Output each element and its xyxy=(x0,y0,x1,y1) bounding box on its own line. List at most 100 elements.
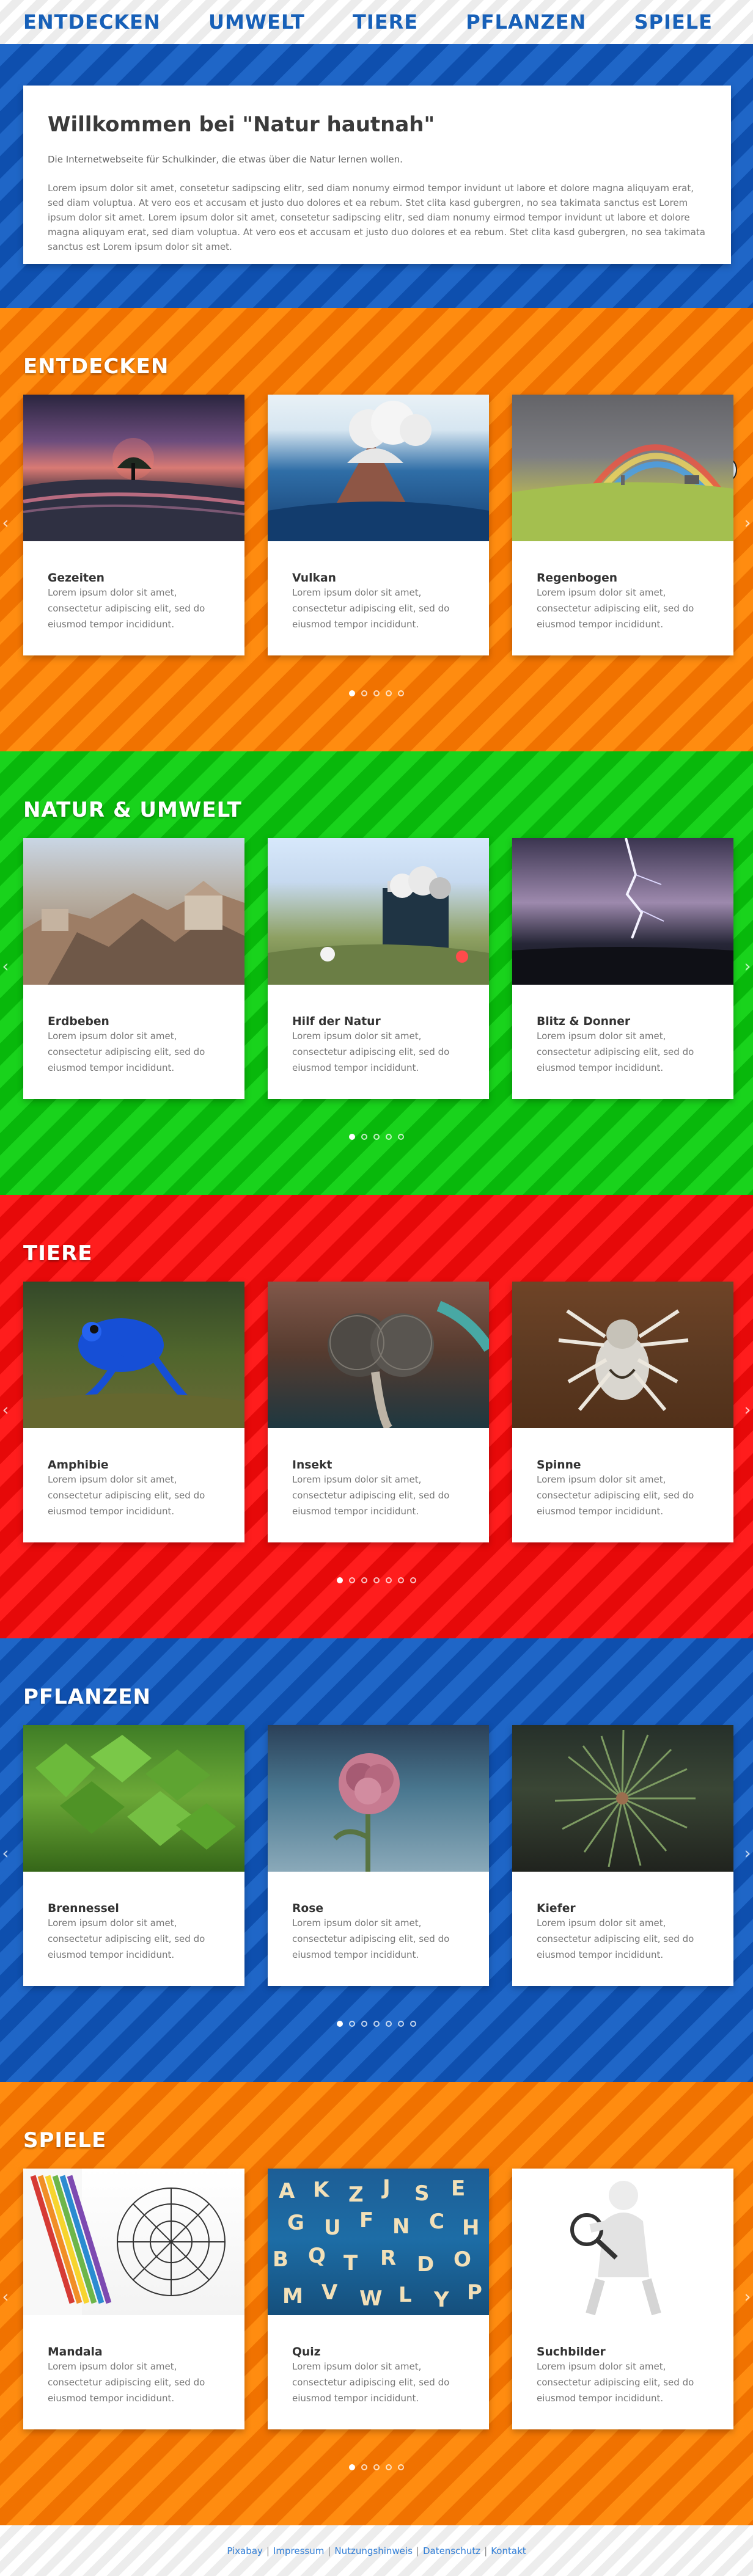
card-gezeiten[interactable]: Gezeiten Lorem ipsum dolor sit amet, con… xyxy=(23,395,244,655)
chevron-right-icon[interactable]: › xyxy=(742,513,753,533)
lightning-image xyxy=(512,838,733,985)
slider-dot[interactable] xyxy=(349,2464,355,2470)
slider-dot[interactable] xyxy=(361,1134,367,1140)
nav-link-tiere[interactable]: TIERE xyxy=(353,10,418,34)
slider-dot[interactable] xyxy=(373,690,380,696)
chevron-left-icon[interactable]: ‹ xyxy=(0,956,11,976)
card-insekt[interactable]: Insekt Lorem ipsum dolor sit amet, conse… xyxy=(268,1282,489,1542)
card-kiefer[interactable]: Kiefer Lorem ipsum dolor sit amet, conse… xyxy=(512,1725,733,1986)
slider-dot[interactable] xyxy=(398,2464,404,2470)
chevron-left-icon[interactable]: ‹ xyxy=(0,513,11,533)
footer-link-pixabay[interactable]: Pixabay xyxy=(227,2545,263,2556)
footer-link-nutzungshinweis[interactable]: Nutzungshinweis xyxy=(334,2545,413,2556)
chevron-right-icon[interactable]: › xyxy=(742,2286,753,2307)
nav-link-pflanzen[interactable]: PFLANZEN xyxy=(466,10,586,34)
slider-dot[interactable] xyxy=(398,1577,404,1583)
slider-dot[interactable] xyxy=(386,1134,392,1140)
slider-dot[interactable] xyxy=(398,690,404,696)
mandala-image xyxy=(23,2169,244,2315)
card-title: Quiz xyxy=(292,2346,321,2359)
svg-text:Z: Z xyxy=(348,2183,364,2207)
footer-link-impressum[interactable]: Impressum xyxy=(273,2545,324,2556)
slider-dot[interactable] xyxy=(410,1577,416,1583)
footer-link-kontakt[interactable]: Kontakt xyxy=(491,2545,526,2556)
slider-dot[interactable] xyxy=(349,1134,355,1140)
cards-container: Gezeiten Lorem ipsum dolor sit amet, con… xyxy=(23,395,733,682)
card-amphibie[interactable]: Amphibie Lorem ipsum dolor sit amet, con… xyxy=(23,1282,244,1542)
slider-dot[interactable] xyxy=(398,2021,404,2027)
card-erdbeben[interactable]: Erdbeben Lorem ipsum dolor sit amet, con… xyxy=(23,838,244,1099)
card-hilf-der-natur[interactable]: Hilf der Natur Lorem ipsum dolor sit ame… xyxy=(268,838,489,1099)
svg-text:R: R xyxy=(380,2246,396,2271)
slider-dots xyxy=(0,2464,753,2470)
slider-dot[interactable] xyxy=(361,1577,367,1583)
card-text: Lorem ipsum dolor sit amet, consectetur … xyxy=(537,587,694,630)
card-title: Insekt xyxy=(292,1459,332,1472)
nav-link-umwelt[interactable]: UMWELT xyxy=(208,10,305,34)
slider-dots xyxy=(0,1577,753,1583)
slider-dot[interactable] xyxy=(361,2021,367,2027)
card-brennessel[interactable]: Brennessel Lorem ipsum dolor sit amet, c… xyxy=(23,1725,244,1986)
card-title: Kiefer xyxy=(537,1902,576,1915)
svg-text:P: P xyxy=(467,2280,482,2305)
slider-dot[interactable] xyxy=(373,2464,380,2470)
slider-dot[interactable] xyxy=(386,690,392,696)
slider-dot[interactable] xyxy=(349,2021,355,2027)
slider-dots xyxy=(0,1134,753,1140)
slider-dot[interactable] xyxy=(373,1577,380,1583)
svg-text:O: O xyxy=(454,2247,471,2272)
slider-dot[interactable] xyxy=(349,1577,355,1583)
footer-link-datenschutz[interactable]: Datenschutz xyxy=(423,2545,480,2556)
slider-dot[interactable] xyxy=(386,2021,392,2027)
card-blitz-donner[interactable]: Blitz & Donner Lorem ipsum dolor sit ame… xyxy=(512,838,733,1099)
cards-container: Mandala Lorem ipsum dolor sit amet, cons… xyxy=(23,2169,733,2456)
slider-dot[interactable] xyxy=(410,2021,416,2027)
card-title: Mandala xyxy=(48,2346,103,2359)
svg-text:L: L xyxy=(399,2283,412,2307)
slider-dot[interactable] xyxy=(361,690,367,696)
card-text: Lorem ipsum dolor sit amet, consectetur … xyxy=(292,1474,450,1517)
footer: Pixabay | Impressum | Nutzungshinweis | … xyxy=(0,2525,753,2576)
section-entdecken: ‹ › ENTDECKEN Gezeiten Lorem ipsum dolor… xyxy=(0,308,753,751)
svg-text:H: H xyxy=(462,2216,479,2240)
card-title: Hilf der Natur xyxy=(292,1015,381,1028)
nav-link-spiele[interactable]: SPIELE xyxy=(634,10,713,34)
slider-dot[interactable] xyxy=(337,2021,343,2027)
slider-dot[interactable] xyxy=(373,1134,380,1140)
card-vulkan[interactable]: Vulkan Lorem ipsum dolor sit amet, conse… xyxy=(268,395,489,655)
card-spinne[interactable]: Spinne Lorem ipsum dolor sit amet, conse… xyxy=(512,1282,733,1542)
slider-dot[interactable] xyxy=(337,1577,343,1583)
slider-dot[interactable] xyxy=(386,2464,392,2470)
slider-dot[interactable] xyxy=(398,1134,404,1140)
chevron-left-icon[interactable]: ‹ xyxy=(0,1843,11,1863)
chevron-right-icon[interactable]: › xyxy=(742,956,753,976)
slider-dots xyxy=(0,2021,753,2027)
slider-dot[interactable] xyxy=(386,1577,392,1583)
card-rose[interactable]: Rose Lorem ipsum dolor sit amet, consect… xyxy=(268,1725,489,1986)
card-title: Blitz & Donner xyxy=(537,1015,631,1028)
slider-dot[interactable] xyxy=(361,2464,367,2470)
footer-separator: | xyxy=(416,2545,419,2556)
chevron-left-icon[interactable]: ‹ xyxy=(0,2286,11,2307)
card-suchbilder[interactable]: Suchbilder Lorem ipsum dolor sit amet, c… xyxy=(512,2169,733,2429)
slider-dot[interactable] xyxy=(373,2021,380,2027)
svg-text:M: M xyxy=(282,2284,303,2308)
card-text: Lorem ipsum dolor sit amet, consectetur … xyxy=(537,1474,694,1517)
card-mandala[interactable]: Mandala Lorem ipsum dolor sit amet, cons… xyxy=(23,2169,244,2429)
card-quiz[interactable]: AKZJSE GUFNCH BQTRDO MVWLYP Quiz Lorem i… xyxy=(268,2169,489,2429)
chevron-right-icon[interactable]: › xyxy=(742,1843,753,1863)
slider-dot[interactable] xyxy=(349,690,355,696)
svg-text:D: D xyxy=(417,2252,434,2277)
section-pflanzen: ‹ › PFLANZEN Brennessel Lorem ipsum dolo… xyxy=(0,1638,753,2082)
card-text: Lorem ipsum dolor sit amet, consectetur … xyxy=(48,1474,205,1517)
nav-link-entdecken[interactable]: ENTDECKEN xyxy=(23,10,161,34)
chevron-right-icon[interactable]: › xyxy=(742,1399,753,1420)
welcome-title: Willkommen bei "Natur hautnah" xyxy=(48,112,435,137)
cards-container: Amphibie Lorem ipsum dolor sit amet, con… xyxy=(23,1282,733,1569)
section-tiere: ‹ › TIERE Amphibie Lorem ipsum dolor sit… xyxy=(0,1195,753,1638)
card-title: Regenbogen xyxy=(537,572,618,585)
card-text: Lorem ipsum dolor sit amet, consectetur … xyxy=(48,1917,205,1960)
svg-text:V: V xyxy=(321,2280,338,2305)
chevron-left-icon[interactable]: ‹ xyxy=(0,1399,11,1420)
card-regenbogen[interactable]: Regenbogen Lorem ipsum dolor sit amet, c… xyxy=(512,395,733,655)
